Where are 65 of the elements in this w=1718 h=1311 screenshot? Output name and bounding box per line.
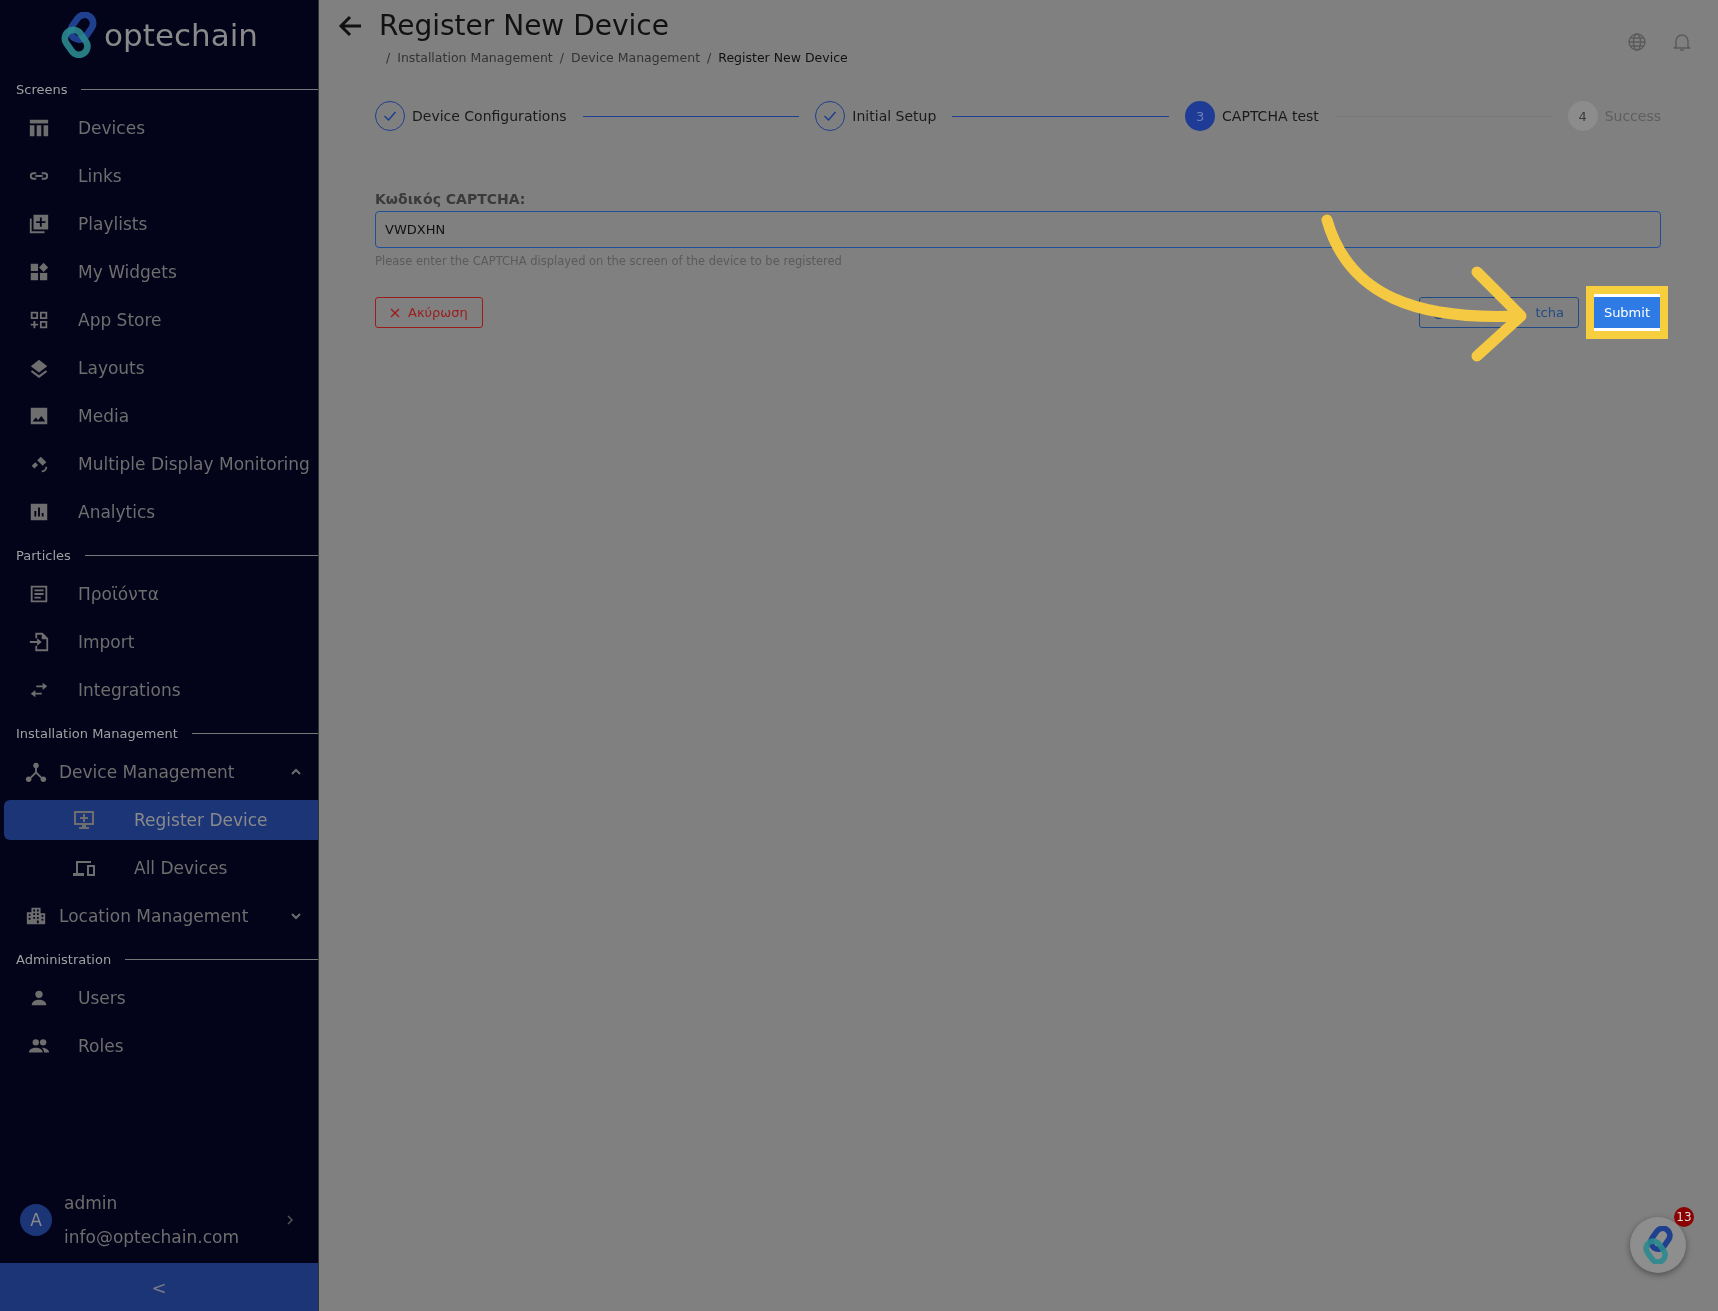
sidebar-item[interactable]: Playlists — [0, 200, 318, 248]
sidebar-item[interactable]: Media — [0, 392, 318, 440]
sidebar-item[interactable]: Integrations — [0, 666, 318, 714]
step-number: 3 — [1185, 101, 1216, 131]
field-label: Κωδικός CAPTCHA: — [375, 191, 527, 207]
breadcrumb-link[interactable]: Device Management — [571, 50, 701, 65]
section-heading: Particles — [16, 547, 71, 563]
sidebar-item[interactable]: Layouts — [0, 344, 318, 392]
check-icon — [383, 110, 397, 122]
cancel-button[interactable]: Ακύρωση — [375, 297, 483, 328]
sidebar-item[interactable]: All Devices — [4, 848, 318, 888]
sidebar-group[interactable]: Device Management — [0, 748, 318, 796]
sidebar-item[interactable]: Links — [0, 152, 318, 200]
sidebar-item[interactable]: App Store — [0, 296, 318, 344]
breadcrumb-separator: / — [707, 50, 712, 65]
notification-badge: 13 — [1674, 1207, 1694, 1227]
sidebar-item[interactable]: Devices — [0, 104, 318, 152]
sidebar-item[interactable]: Analytics — [0, 488, 318, 536]
sidebar-item[interactable]: Import — [0, 618, 318, 666]
sidebar-item[interactable]: My Widgets — [0, 248, 318, 296]
back-arrow-icon[interactable] — [337, 14, 363, 38]
bell-icon[interactable] — [1673, 32, 1691, 52]
image-icon — [28, 405, 50, 427]
article-icon — [28, 583, 50, 605]
grid-plus-icon — [28, 309, 50, 331]
add-list-icon — [28, 213, 50, 235]
chevron-right-icon[interactable] — [286, 1214, 294, 1226]
page-title: Register New Device — [379, 8, 670, 44]
user-email: info@optechain.com — [64, 1227, 240, 1247]
step-number: 4 — [1567, 101, 1598, 131]
user-avatar: A — [20, 1204, 52, 1236]
submit-button[interactable]: Submit — [1593, 297, 1660, 328]
breadcrumb-separator: / — [559, 50, 564, 65]
check-icon — [823, 110, 838, 122]
close-icon — [390, 307, 400, 318]
section-heading: Installation Management — [16, 725, 178, 741]
captcha-field[interactable]: VWDXHN — [375, 211, 1661, 248]
breadcrumb-separator: / — [386, 50, 391, 65]
sidebar-item[interactable]: Προϊόντα — [0, 570, 318, 618]
breadcrumb-link[interactable]: Installation Management — [397, 50, 553, 65]
widgets-icon — [28, 261, 50, 283]
sidebar-item[interactable]: Multiple Display Monitoring — [0, 440, 318, 488]
table-icon — [28, 117, 50, 139]
chain-logo-icon — [1642, 1225, 1674, 1265]
monitor-plus-icon — [72, 808, 96, 832]
building-icon — [25, 905, 47, 927]
section-heading: Screens — [16, 81, 68, 97]
step-label: CAPTCHA test — [1222, 108, 1319, 124]
chevron-down-icon — [290, 910, 302, 922]
sidebar-item[interactable]: Roles — [0, 1022, 318, 1070]
logo-text: optechain — [104, 17, 258, 53]
globe-icon[interactable] — [1627, 32, 1647, 52]
sidebar-item[interactable]: Register Device — [4, 800, 318, 840]
hub-icon — [25, 761, 47, 783]
step-label: Device Configurations — [412, 108, 567, 124]
sidebar-group[interactable]: Location Management — [0, 892, 318, 940]
user-name: admin — [64, 1193, 119, 1213]
bar-chart-icon — [28, 501, 50, 523]
section-heading: Administration — [16, 951, 112, 967]
sidebar-item[interactable]: Users — [0, 974, 318, 1022]
step-label: Initial Setup — [852, 108, 937, 124]
logo-icon — [60, 12, 99, 58]
layers-icon — [28, 357, 50, 379]
collapse-button[interactable]: < — [0, 1263, 318, 1311]
import-icon — [28, 631, 50, 653]
